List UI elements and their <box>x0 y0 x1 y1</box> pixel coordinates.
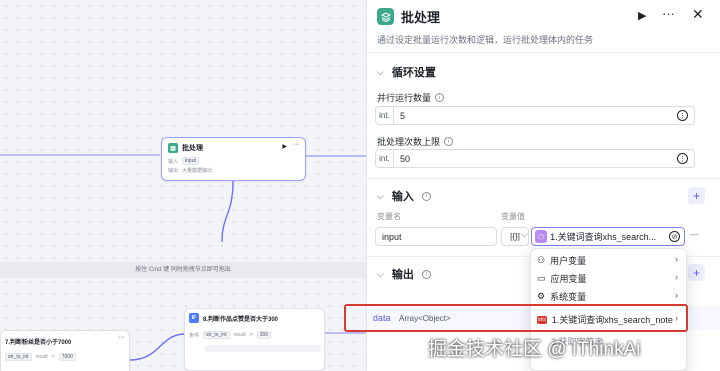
likes-node-title: 8.判断作品点赞是否大于300 <box>203 316 279 323</box>
max-count-value[interactable]: 50 <box>394 154 677 164</box>
watermark: 掘金技术社区 @ IThinkAi <box>428 339 641 360</box>
dropdown-item-user[interactable]: ⚇ 用户变量 <box>537 254 586 267</box>
info-icon[interactable]: i <box>435 93 445 102</box>
highlight-box <box>344 304 688 332</box>
output-section-title: 输出 <box>391 269 414 281</box>
fans-node[interactable]: 7.判断粉丝是否小于7000 ··· str_to_int result < 7… <box>0 330 130 371</box>
input-section-title: 输入 <box>391 191 414 203</box>
fans-field: result <box>35 354 48 360</box>
fans-op: < <box>51 354 55 360</box>
likes-field: result <box>233 332 246 338</box>
add-input-button[interactable]: + <box>688 187 705 204</box>
likes-op: > <box>249 332 253 338</box>
input-type-value: [{}] <box>510 232 520 241</box>
input-section-header[interactable]: ⌵ 输入 i <box>377 188 431 204</box>
input-ref-select[interactable]: ⬡ 1.关键词查询xhs_search... ⊘ <box>531 227 685 246</box>
input-name-field[interactable]: input <box>375 227 497 246</box>
stepper-icon[interactable]: ⋮ <box>677 153 688 164</box>
run-icon[interactable]: ▶ <box>282 143 287 150</box>
input-ref-value: 1.关键词查询xhs_search... <box>550 232 657 242</box>
more-icon[interactable]: — <box>690 229 699 239</box>
parallel-count-value[interactable]: 5 <box>394 111 677 121</box>
parallel-label: 并行运行数量 <box>377 93 432 103</box>
input-name-value[interactable]: input <box>376 232 496 242</box>
clear-icon[interactable]: ⊘ <box>669 231 680 242</box>
chevron-right-icon: › <box>675 290 678 300</box>
likes-var: str_to_int <box>203 331 230 339</box>
add-output-button[interactable]: + <box>688 264 705 281</box>
fans-node-title: 7.判断粉丝是否小于7000 <box>5 340 72 346</box>
close-icon[interactable]: ✕ <box>692 6 704 23</box>
info-icon[interactable]: i <box>421 269 431 279</box>
divider <box>367 178 720 179</box>
chevron-down-icon: ⌵ <box>377 66 384 77</box>
output-label: 输出 <box>168 168 179 174</box>
edge <box>221 180 234 243</box>
type-prefix: int. <box>376 107 394 124</box>
plugin-icon: ⬡ <box>538 233 545 241</box>
var-value-header: 变量值 <box>501 212 525 221</box>
dropdown-item-label: 应用变量 <box>550 274 587 284</box>
loop-section-title: 循环设置 <box>391 67 436 79</box>
more-icon[interactable]: ··· <box>293 141 300 148</box>
panel-title: 批处理 <box>401 10 441 25</box>
divider <box>367 52 720 53</box>
edge <box>129 333 186 361</box>
output-value: 大量数据输出 <box>182 168 213 174</box>
fans-var: str_to_int <box>5 353 32 361</box>
batch-node-title: 批处理 <box>182 145 203 152</box>
likes-value: 300 <box>256 331 272 339</box>
chevron-right-icon: › <box>675 254 678 264</box>
user-icon: ⚇ <box>537 255 546 265</box>
input-chip: input <box>182 157 199 165</box>
if-icon: IF <box>189 313 199 323</box>
batch-node[interactable]: ▤ 批处理 ▶ ··· 输入 input 输出 大量数据输出 <box>161 137 306 181</box>
fans-value: 7000 <box>58 353 76 361</box>
cond-label: 条件 <box>189 332 200 339</box>
stepper-icon[interactable]: ⋮ <box>677 110 688 121</box>
batch-icon: ▤ <box>168 143 178 153</box>
likes-node[interactable]: IF 8.判断作品点赞是否大于300 条件 str_to_int result … <box>184 308 325 371</box>
output-section-header[interactable]: ⌵ 输出 i <box>377 266 431 282</box>
panel-description: 通过设定批量运行次数和逻辑，运行批处理体内的任务 <box>377 35 594 45</box>
dropdown-item-label: 系统变量 <box>550 292 587 302</box>
gear-icon: ⚙ <box>537 291 546 301</box>
chevron-down-icon: ⌵ <box>377 190 384 201</box>
dropdown-item-system[interactable]: ⚙ 系统变量 <box>537 290 586 303</box>
max-count-input[interactable]: int. 50 ⋮ <box>375 149 695 168</box>
folder-icon: ▭ <box>537 273 546 283</box>
max-label: 批处理次数上限 <box>377 137 441 147</box>
condition-slot[interactable] <box>205 345 321 352</box>
info-icon[interactable]: i <box>421 191 431 201</box>
dropdown-item-app[interactable]: ▭ 应用变量 <box>537 272 587 285</box>
dropdown-item-label: 用户变量 <box>550 256 587 266</box>
batch-icon <box>377 8 394 25</box>
loop-section-header[interactable]: ⌵ 循环设置 <box>377 64 436 80</box>
var-name-header: 变量名 <box>377 212 401 221</box>
input-label: 输入 <box>168 158 179 165</box>
drag-hint: 按住 Cmd 键 同时拖拽节点即可拖出 <box>0 262 366 278</box>
info-icon[interactable]: i <box>444 137 454 146</box>
parallel-count-input[interactable]: int. 5 ⋮ <box>375 106 695 125</box>
chevron-down-icon: ⌵ <box>377 268 384 279</box>
chevron-down-icon[interactable]: ⌵ <box>521 229 528 240</box>
more-icon[interactable]: ··· <box>662 6 675 21</box>
run-icon[interactable]: ▶ <box>638 9 646 22</box>
more-icon[interactable]: ··· <box>118 334 125 341</box>
chevron-right-icon: › <box>675 272 678 282</box>
type-prefix: int. <box>376 150 394 167</box>
